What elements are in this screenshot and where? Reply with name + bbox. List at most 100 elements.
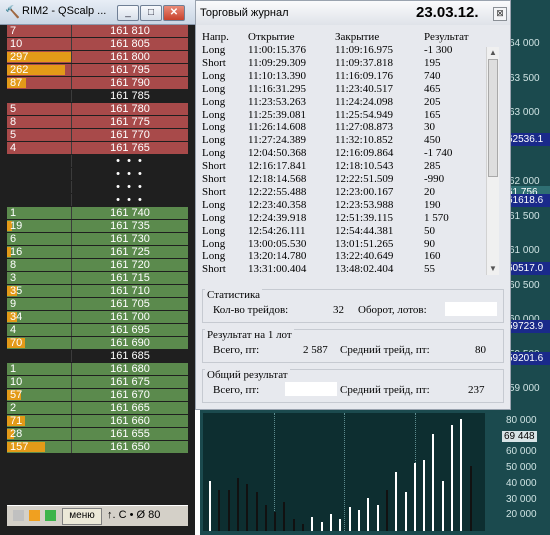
bid-level-row[interactable]: 19 161 735 (7, 220, 188, 232)
bid-level-row[interactable]: 71 161 660 (7, 415, 188, 427)
trade-row[interactable]: Long 11:26:14.608 11:27:08.873 30 (202, 121, 484, 134)
bid-level-row[interactable]: 1 161 740 (7, 207, 188, 219)
trade-row[interactable]: Long 11:25:39.081 11:25:54.949 165 (202, 109, 484, 122)
bid-level-row[interactable]: 157 161 650 (7, 441, 188, 453)
bid-level-row[interactable]: 16 161 725 (7, 246, 188, 258)
level-price: 161 685 (71, 350, 188, 362)
mid-level-row[interactable]: 161 785 (7, 90, 188, 102)
level-price: 161 735 (71, 220, 188, 232)
ask-level-row[interactable]: 297 161 800 (7, 51, 188, 63)
histogram-bar (255, 492, 258, 531)
axis-price-tag: 62536.1 (505, 133, 550, 146)
level-price: 161 700 (71, 311, 188, 323)
ask-level-row[interactable]: 4 161 765 (7, 142, 188, 154)
level-volume: 16 (7, 246, 71, 258)
trades-table[interactable]: Напр. Открытие Закрытие Результат Long 11:00:… (202, 29, 484, 274)
trade-cell: 11:09:37.818 (335, 56, 393, 69)
scroll-up-icon[interactable]: ▲ (487, 47, 499, 59)
trade-row[interactable]: Long 11:27:24.389 11:32:10.852 450 (202, 134, 484, 147)
ask-level-row[interactable]: 8 161 775 (7, 116, 188, 128)
trade-cell: 11:09:29.309 (248, 56, 306, 69)
histogram-plot-area[interactable] (203, 413, 485, 531)
trade-row[interactable]: Long 12:24:39.918 12:51:39.115 1 570 (202, 212, 484, 225)
trade-row[interactable]: Short 12:22:55.488 12:23:00.167 20 (202, 186, 484, 199)
ladder-gap-row[interactable]: • • • (7, 194, 188, 206)
trade-row[interactable]: Long 12:04:50.368 12:16:09.864 -1 740 (202, 147, 484, 160)
level-volume-text: 3 (10, 272, 17, 284)
order-book-ladder[interactable]: 7 161 810 10 161 805 297 161 800 262 161 795 87 1… (7, 24, 188, 504)
bid-level-row[interactable]: 6 161 730 (7, 233, 188, 245)
level-volume-text: 28 (10, 428, 23, 440)
trades-scrollbar[interactable]: ▲ ▼ (486, 47, 499, 275)
mid-level-row[interactable]: 161 685 (7, 350, 188, 362)
level-volume: 1 (7, 363, 71, 375)
trade-cell: 13:00:05.530 (248, 237, 307, 250)
column-header[interactable]: Напр. (202, 31, 229, 44)
trade-row[interactable]: Short 12:16:17.841 12:18:10.543 285 (202, 160, 484, 173)
ask-level-row[interactable]: 7 161 810 (7, 25, 188, 37)
level-volume: 34 (7, 311, 71, 323)
axis-price-label: 61 000 (509, 245, 540, 256)
ask-level-row[interactable]: 87 161 790 (7, 77, 188, 89)
gray-indicator-icon[interactable] (13, 510, 24, 521)
bid-level-row[interactable]: 10 161 675 (7, 376, 188, 388)
statistics-group: Статистика Кол-во трейдов: 32 Оборот, ло… (202, 289, 504, 323)
trade-row[interactable]: Long 12:23:40.358 12:23:53.988 190 (202, 199, 484, 212)
level-volume: 4 (7, 142, 71, 154)
orange-indicator-icon[interactable] (29, 510, 40, 521)
trade-row[interactable]: Short 13:31:00.404 13:48:02.404 55 (202, 263, 484, 274)
maximize-button[interactable]: □ (140, 5, 162, 21)
level-volume: 71 (7, 415, 71, 427)
bid-level-row[interactable]: 8 161 720 (7, 259, 188, 271)
ladder-gap-row[interactable]: • • • (7, 181, 188, 193)
trade-row[interactable]: Long 11:23:53.263 11:24:24.098 205 (202, 96, 484, 109)
bid-level-row[interactable]: 34 161 700 (7, 311, 188, 323)
journal-title: Торговый журнал (200, 7, 289, 19)
trade-row[interactable]: Long 11:00:15.376 11:09:16.975 -1 300 (202, 44, 484, 57)
ask-level-row[interactable]: 10 161 805 (7, 38, 188, 50)
qscalp-titlebar[interactable]: 🔨 RIM2 - QScalp ... _ □ ✕ (0, 0, 195, 25)
level-volume: 87 (7, 77, 71, 89)
close-button[interactable]: ✕ (163, 5, 185, 21)
scroll-down-icon[interactable]: ▼ (487, 263, 499, 275)
bid-level-row[interactable]: 2 161 665 (7, 402, 188, 414)
trade-cell: 465 (424, 82, 441, 95)
trade-row[interactable]: Long 13:20:14.780 13:22:40.649 160 (202, 250, 484, 263)
ask-level-row[interactable]: 262 161 795 (7, 64, 188, 76)
level-price: 161 740 (71, 207, 188, 219)
menu-button[interactable]: меню (62, 508, 102, 525)
bid-level-row[interactable]: 35 161 710 (7, 285, 188, 297)
journal-titlebar[interactable]: Торговый журнал 23.03.12. ⊠ (196, 1, 510, 25)
level-price: 161 720 (71, 259, 188, 271)
scroll-thumb[interactable] (488, 59, 498, 177)
ask-level-row[interactable]: 5 161 770 (7, 129, 188, 141)
minimize-button[interactable]: _ (117, 5, 139, 21)
axis-price-label: 64 000 (509, 38, 540, 49)
trade-row[interactable]: Short 12:18:14.568 12:22:51.509 -990 (202, 173, 484, 186)
level-volume-text: 35 (10, 285, 23, 297)
trade-row[interactable]: Long 13:00:05.530 13:01:51.265 90 (202, 238, 484, 251)
column-header[interactable]: Закрытие (335, 31, 379, 44)
bid-level-row[interactable]: 70 161 690 (7, 337, 188, 349)
green-indicator-icon[interactable] (45, 510, 56, 521)
trade-row[interactable]: Short 11:09:29.309 11:09:37.818 195 (202, 57, 484, 70)
trade-row[interactable]: Long 12:54:26.111 12:54:44.381 50 (202, 225, 484, 238)
bid-level-row[interactable]: 1 161 680 (7, 363, 188, 375)
trade-row[interactable]: Long 11:10:13.390 11:16:09.176 740 (202, 70, 484, 83)
axis-price-tag: 61618.6 (505, 194, 550, 207)
column-header[interactable]: Открытие (248, 31, 295, 44)
ladder-gap-row[interactable]: • • • (7, 168, 188, 180)
bid-level-row[interactable]: 3 161 715 (7, 272, 188, 284)
bid-level-row[interactable]: 28 161 655 (7, 428, 188, 440)
trade-row[interactable]: Long 11:16:31.295 11:23:40.517 465 (202, 83, 484, 96)
column-header[interactable]: Результат (424, 31, 469, 44)
bid-level-row[interactable]: 4 161 695 (7, 324, 188, 336)
ask-level-row[interactable]: 5 161 780 (7, 103, 188, 115)
journal-close-icon[interactable]: ⊠ (493, 7, 507, 21)
bid-level-row[interactable]: 9 161 705 (7, 298, 188, 310)
level-volume-text: 9 (10, 298, 17, 310)
histogram-bar (385, 489, 388, 531)
trade-cell: 12:04:50.368 (248, 147, 307, 160)
ladder-gap-row[interactable]: • • • (7, 155, 188, 167)
bid-level-row[interactable]: 57 161 670 (7, 389, 188, 401)
